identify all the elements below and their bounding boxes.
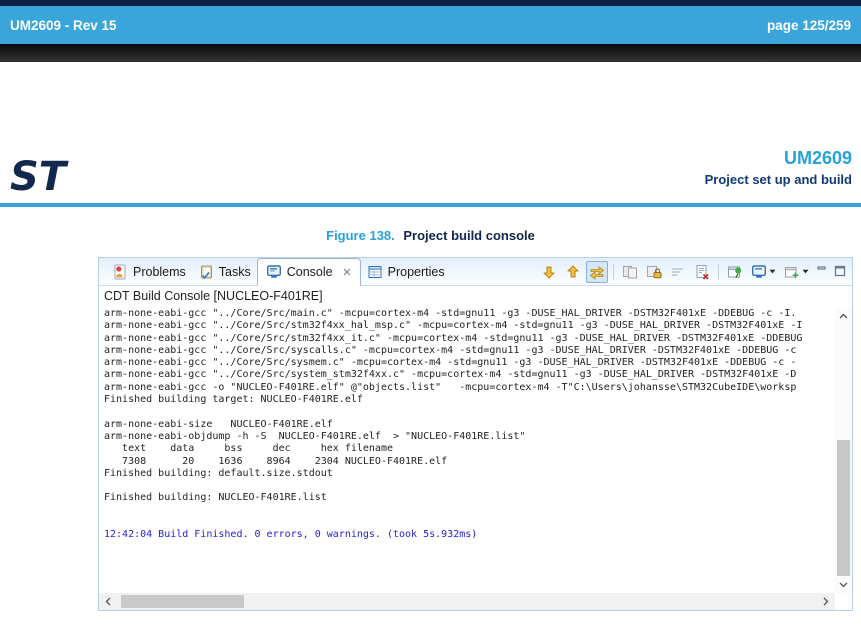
console-line: arm-none-eabi-gcc "../Core/Src/sysmem.c"… [104, 357, 797, 369]
tab-tasks[interactable]: Tasks [192, 260, 257, 284]
header-rule [0, 203, 861, 207]
tab-tasks-label: Tasks [218, 264, 251, 279]
scrollbar-right-arrow-icon[interactable] [819, 593, 833, 610]
console-toolbar [538, 260, 848, 283]
figure-title: Project build console [403, 228, 535, 243]
document-title: UM2609 [783, 148, 852, 168]
console-line: 7308 20 1636 8964 2304 NUCLEO-F401RE.elf [104, 455, 448, 467]
console-line: arm-none-eabi-gcc "../Core/Src/stm32f4xx… [104, 320, 803, 332]
view-tab-bar: Problems Tasks Console Properties [99, 258, 852, 286]
tasks-icon [198, 264, 214, 280]
chevron-down-icon [802, 269, 809, 274]
scrollbar-corner [835, 593, 852, 610]
console-line: Finished building: default.size.stdout [104, 467, 333, 479]
dark-divider-bar [0, 44, 861, 62]
console-line: arm-none-eabi-size NUCLEO-F401RE.elf [104, 418, 333, 430]
console-line: arm-none-eabi-gcc "../Core/Src/system_st… [104, 369, 797, 381]
display-selected-console-icon[interactable] [748, 261, 779, 283]
console-line: 12:42:04 Build Finished. 0 errors, 0 war… [104, 529, 478, 541]
remove-launch-icon[interactable] [619, 261, 641, 283]
console-line: Finished building: NUCLEO-F401RE.list [104, 492, 327, 504]
scroll-lock-icon[interactable] [643, 261, 665, 283]
scrollbar-down-arrow-icon[interactable] [835, 579, 852, 591]
scroll-up-arrow-icon[interactable] [562, 261, 584, 283]
vertical-scrollbar[interactable] [835, 308, 852, 593]
maximize-icon[interactable] [832, 265, 848, 279]
pin-console-icon[interactable] [724, 261, 746, 283]
toolbar-separator [613, 263, 614, 280]
doc-rev-label: UM2609 - Rev 15 [10, 17, 117, 33]
console-line: arm-none-eabi-objdump -h -S NUCLEO-F401R… [104, 430, 526, 442]
console-line: Finished building target: NUCLEO-F401RE.… [104, 394, 363, 406]
problems-icon [112, 264, 128, 280]
scroll-down-arrow-icon[interactable] [538, 261, 560, 283]
clear-console-icon[interactable] [691, 261, 713, 283]
console-line: arm-none-eabi-gcc "../Core/Src/main.c" -… [104, 308, 797, 319]
tab-problems[interactable]: Problems [106, 260, 192, 284]
vertical-scrollbar-thumb[interactable] [837, 440, 850, 576]
tab-console[interactable]: Console [256, 258, 361, 286]
show-console-when-output-changes-icon[interactable] [586, 260, 608, 283]
console-view-frame: Problems Tasks Console Properties CDT Bu… [98, 257, 853, 611]
horizontal-scrollbar[interactable] [99, 593, 835, 610]
console-line: text data bss dec hex filename [104, 443, 393, 455]
scrollbar-up-arrow-icon[interactable] [835, 310, 852, 322]
open-console-icon[interactable] [781, 261, 812, 283]
figure-label: Figure 138. [326, 228, 395, 243]
document-subtitle: Project set up and build [704, 172, 852, 187]
toolbar-separator [718, 263, 719, 280]
tab-properties[interactable]: Properties [361, 260, 451, 284]
console-title: CDT Build Console [NUCLEO-F401RE] [104, 289, 323, 303]
horizontal-scrollbar-thumb[interactable] [121, 595, 244, 608]
st-logo: ST [8, 150, 72, 200]
svg-text:ST: ST [10, 154, 69, 200]
console-lines[interactable]: arm-none-eabi-gcc "../Core/Src/main.c" -… [104, 308, 834, 593]
tab-console-label: Console [286, 265, 333, 279]
console-line: arm-none-eabi-gcc "../Core/Src/syscalls.… [104, 344, 797, 356]
tab-problems-label: Problems [133, 264, 186, 279]
scrollbar-left-arrow-icon[interactable] [101, 593, 115, 610]
close-icon[interactable] [342, 267, 352, 277]
chevron-down-icon [769, 269, 776, 274]
console-icon [266, 264, 282, 280]
word-wrap-icon[interactable] [667, 261, 689, 283]
minimize-icon[interactable] [814, 265, 830, 279]
console-line: arm-none-eabi-gcc -o "NUCLEO-F401RE.elf"… [104, 381, 797, 393]
figure-caption: Figure 138. Project build console [0, 228, 861, 243]
page-number-label: page 125/259 [766, 17, 851, 33]
properties-icon [367, 264, 383, 280]
tab-properties-label: Properties [387, 264, 445, 279]
page-header-banner: UM2609 - Rev 15 page 125/259 [0, 6, 861, 44]
console-content: CDT Build Console [NUCLEO-F401RE] arm-no… [99, 286, 852, 610]
console-line: arm-none-eabi-gcc "../Core/Src/stm32f4xx… [104, 332, 803, 344]
